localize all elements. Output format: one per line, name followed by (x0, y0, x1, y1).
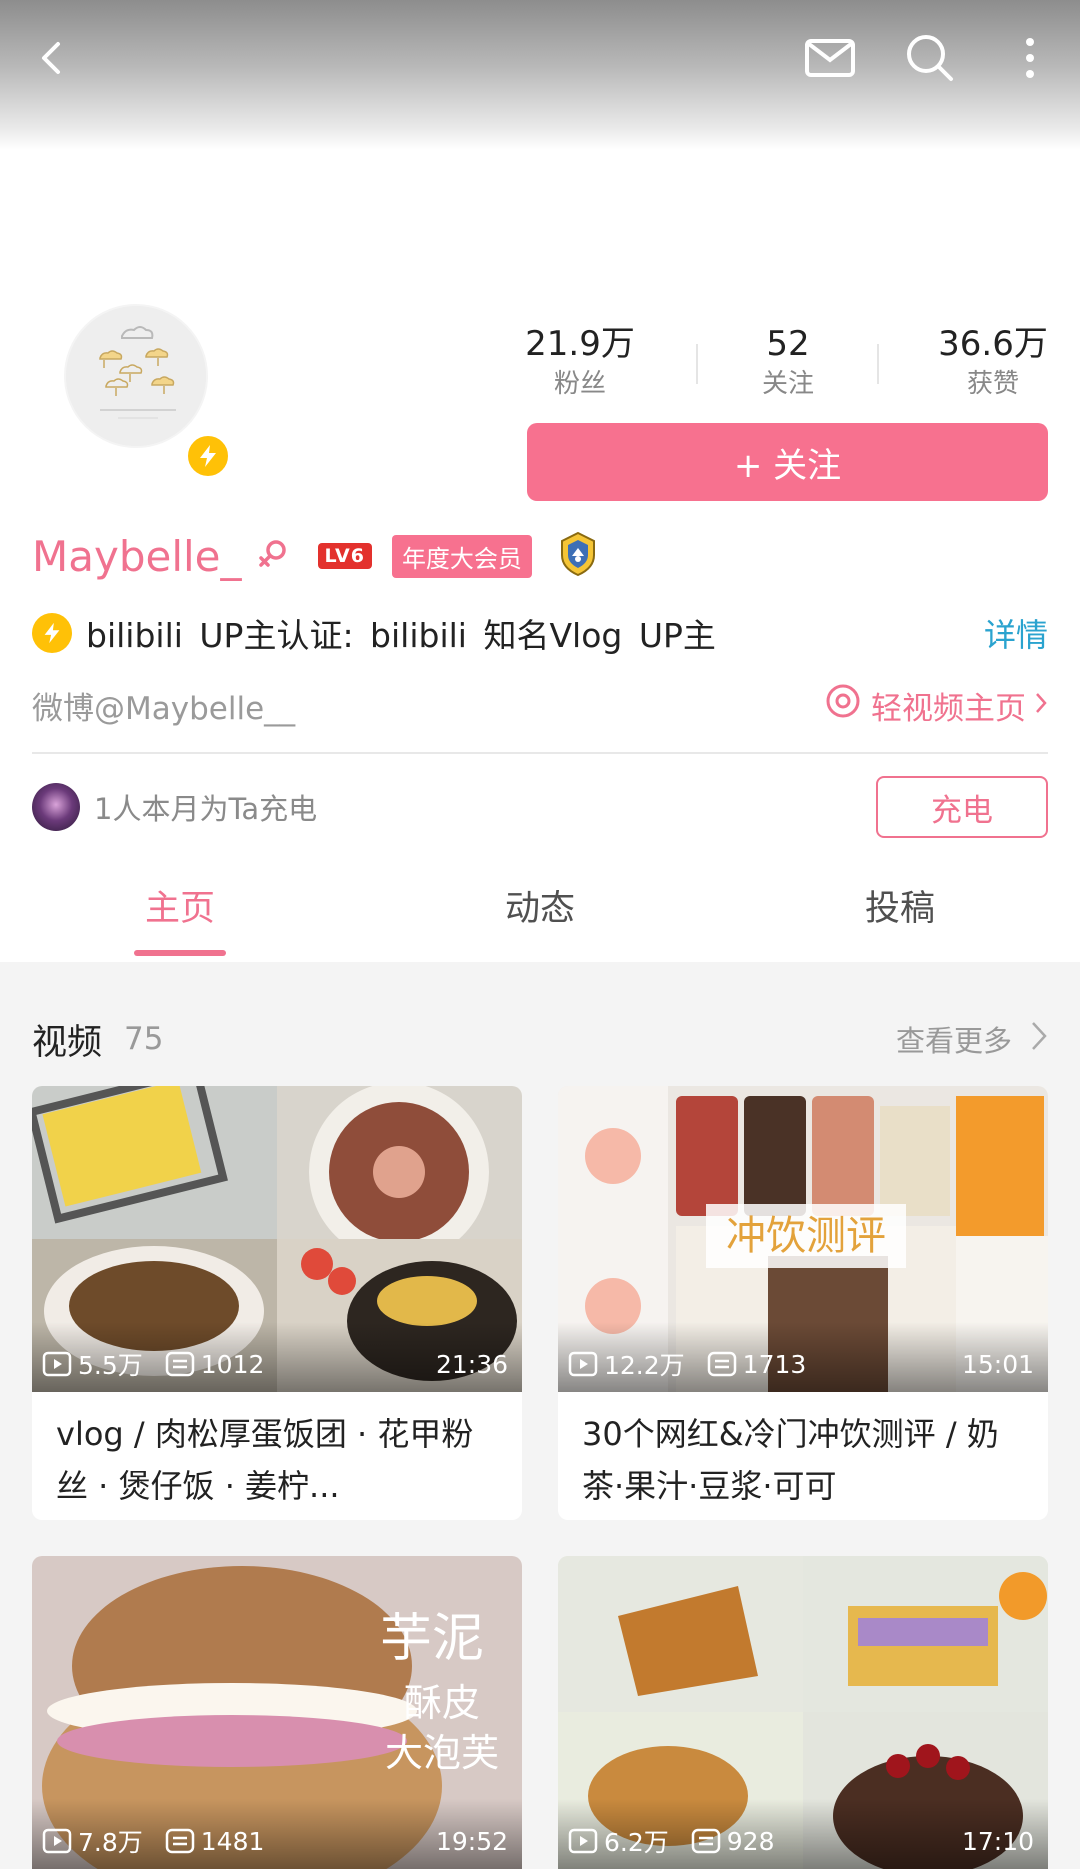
details-link[interactable]: 详情 (984, 610, 1048, 656)
home-content: 视频 75 查看更多 5.5万 1012 21:36 vlog / 肉松厚蛋饭团… (0, 962, 1080, 1869)
thumbnail-caption: 大泡芙 (385, 1731, 499, 1775)
medal-icon[interactable] (554, 530, 602, 582)
view-count: 6.2万 (568, 1823, 669, 1859)
video-meta: 12.2万 1713 15:01 (568, 1348, 1034, 1380)
video-title: 30个网红&冷门冲饮测评 / 奶茶·果汁·豆浆·可可 (582, 1415, 999, 1505)
video-duration: 19:52 (435, 1826, 508, 1856)
thumbnail-caption: 冲饮测评 (726, 1213, 886, 1259)
mail-icon[interactable] (798, 26, 862, 90)
light-video-link[interactable]: 轻视频主页 (825, 683, 1048, 728)
video-card[interactable]: 5.5万 1012 21:36 vlog / 肉松厚蛋饭团 · 花甲粉丝 · 煲… (32, 1086, 522, 1520)
video-title: vlog / 肉松厚蛋饭团 · 花甲粉丝 · 煲仔饭 · 姜柠... (56, 1415, 474, 1505)
divider (32, 752, 1048, 754)
view-count: 12.2万 (568, 1346, 685, 1382)
following-stat[interactable]: 52 关注 (698, 322, 878, 402)
charge-button[interactable]: 充电 (876, 776, 1048, 838)
name-row: Maybelle_ LV6 年度大会员 (32, 528, 602, 584)
video-meta: 6.2万 928 17:10 (568, 1825, 1034, 1857)
videos-section-title: 视频 (32, 1022, 103, 1063)
fans-label: 粉丝 (553, 369, 606, 399)
tab-dynamic[interactable]: 动态 (440, 870, 640, 948)
top-bar (0, 0, 1080, 150)
likes-count: 36.6万 (938, 324, 1048, 364)
video-duration: 17:10 (961, 1826, 1034, 1856)
likes-label: 获赞 (966, 369, 1019, 399)
videos-count: 75 (124, 1021, 164, 1057)
danmaku-count: 1481 (165, 1827, 264, 1856)
certification-row: bilibili UP主认证: bilibili 知名Vlog UP主 详情 (32, 608, 1048, 658)
profile-tabs: 主页 动态 投稿 (0, 870, 1080, 962)
video-card[interactable]: 冲饮测评 12.2万 1713 15:01 30个网红&冷门冲饮测评 / 奶茶·… (558, 1086, 1048, 1520)
video-card[interactable]: 6.2万 928 17:10 (558, 1556, 1048, 1869)
video-meta: 7.8万 1481 19:52 (42, 1825, 508, 1857)
charge-text: 1人本月为Ta充电 (94, 792, 318, 826)
video-card[interactable]: 芋泥 酥皮 大泡芙 7.8万 1481 19:52 (32, 1556, 522, 1869)
fans-stat[interactable]: 21.9万 粉丝 (490, 322, 670, 402)
view-count: 7.8万 (42, 1823, 143, 1859)
level-badge: LV6 (317, 543, 372, 569)
danmaku-count: 928 (691, 1827, 774, 1856)
chevron-right-icon (1034, 687, 1048, 723)
weibo-row: 微博@Maybelle__ 轻视频主页 (32, 680, 1048, 730)
vip-badge[interactable]: 年度大会员 (391, 534, 532, 578)
videos-section-header: 视频 75 查看更多 (32, 1014, 1048, 1064)
back-arrow-icon[interactable] (20, 26, 84, 90)
fans-count: 21.9万 (525, 324, 635, 364)
active-tab-indicator (134, 950, 226, 956)
search-icon[interactable] (898, 26, 962, 90)
thumbnail-caption: 芋泥 (380, 1609, 484, 1669)
video-duration: 21:36 (435, 1349, 508, 1379)
view-count: 5.5万 (42, 1346, 143, 1382)
more-options-icon[interactable] (998, 26, 1062, 90)
video-thumbnail: 冲饮测评 12.2万 1713 15:01 (558, 1086, 1048, 1392)
weibo-handle: 微博@Maybelle__ (32, 690, 296, 727)
danmaku-count: 1713 (707, 1350, 806, 1379)
danmaku-count: 1012 (165, 1350, 264, 1379)
certification-bolt-icon (32, 613, 72, 653)
username: Maybelle_ (32, 531, 242, 581)
tab-home[interactable]: 主页 (80, 870, 280, 948)
charge-row: 1人本月为Ta充电 充电 (32, 776, 1048, 838)
tab-posts[interactable]: 投稿 (800, 870, 1000, 948)
thumbnail-caption: 酥皮 (404, 1681, 480, 1725)
video-meta: 5.5万 1012 21:36 (42, 1348, 508, 1380)
video-thumbnail: 5.5万 1012 21:36 (32, 1086, 522, 1392)
see-more-link[interactable]: 查看更多 (896, 1018, 1048, 1060)
see-more-label: 查看更多 (895, 1024, 1012, 1058)
avatar[interactable] (64, 304, 208, 448)
up-verified-bolt-icon (184, 432, 232, 480)
chevron-right-icon (1030, 1020, 1048, 1059)
stat-divider (877, 344, 879, 384)
certification-text: bilibili UP主认证: bilibili 知名Vlog UP主 (86, 616, 716, 655)
light-video-label: 轻视频主页 (871, 690, 1026, 727)
light-video-icon (825, 683, 861, 727)
video-thumbnail: 芋泥 酥皮 大泡芙 7.8万 1481 19:52 (32, 1556, 522, 1869)
following-count: 52 (766, 324, 810, 364)
video-duration: 15:01 (961, 1349, 1034, 1379)
female-gender-icon (256, 537, 290, 575)
follow-button[interactable]: + 关注 (527, 423, 1048, 501)
charger-avatar[interactable] (32, 783, 80, 831)
likes-stat: 36.6万 获赞 (903, 322, 1080, 402)
video-thumbnail: 6.2万 928 17:10 (558, 1556, 1048, 1869)
following-label: 关注 (761, 369, 814, 399)
